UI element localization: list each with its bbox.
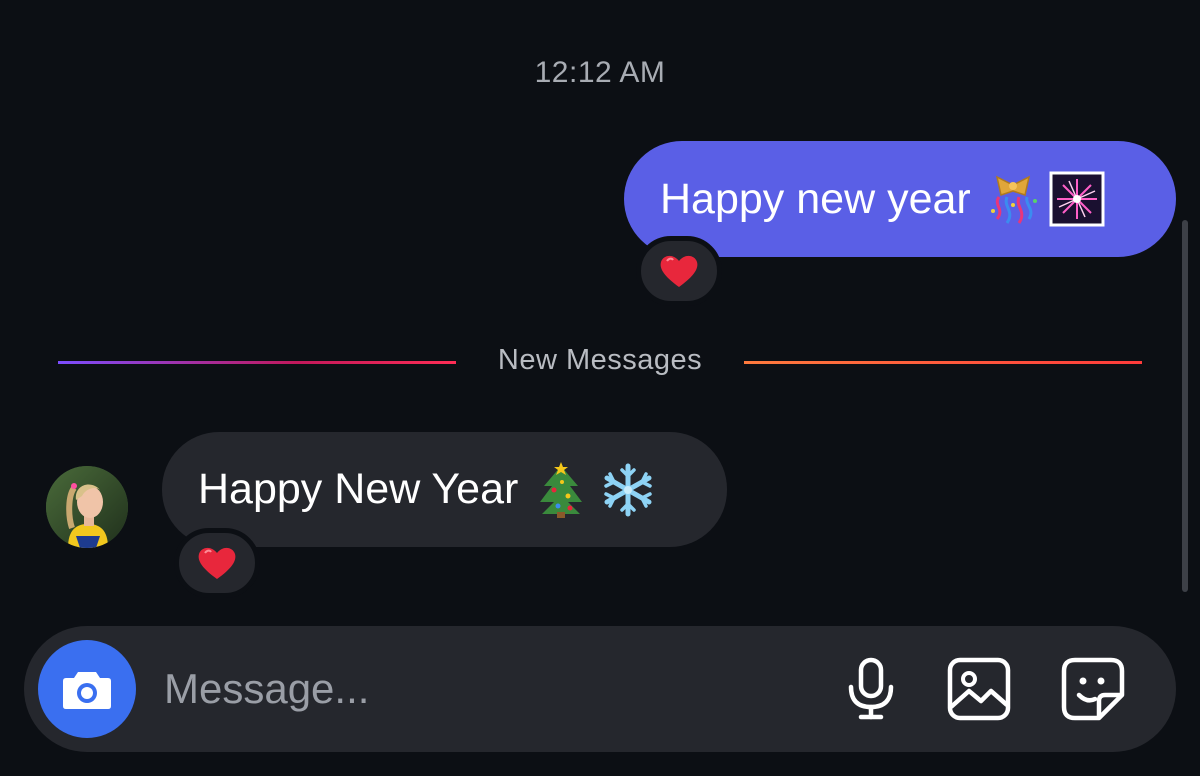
message-composer: [24, 626, 1176, 752]
christmas-tree-emoji: [536, 461, 586, 518]
sticker-button[interactable]: [1060, 656, 1126, 722]
incoming-message-text: Happy New Year: [198, 465, 519, 513]
microphone-button[interactable]: [838, 656, 904, 722]
outgoing-message-text: Happy new year: [660, 174, 971, 223]
new-messages-label: New Messages: [497, 344, 703, 376]
heart-icon: [198, 547, 236, 579]
chat-screen: 12:12 AM Happy new year New Messages Hap…: [0, 0, 1200, 776]
gallery-button[interactable]: [946, 656, 1012, 722]
microphone-icon: [848, 657, 894, 720]
camera-icon: [63, 672, 111, 709]
heart-icon: [660, 255, 698, 287]
message-timestamp: 12:12 AM: [534, 56, 666, 89]
divider-line-left: [58, 361, 456, 364]
message-input[interactable]: [164, 660, 684, 718]
sender-avatar[interactable]: [46, 466, 128, 548]
incoming-message-bubble[interactable]: Happy New Year: [162, 432, 727, 547]
camera-button[interactable]: [38, 640, 136, 738]
sticker-icon: [1061, 657, 1125, 721]
confetti-ball-emoji: [985, 171, 1041, 227]
gallery-icon: [947, 657, 1011, 721]
new-messages-divider: New Messages: [58, 340, 1142, 384]
chat-scrollbar[interactable]: [1182, 220, 1188, 592]
outgoing-message-bubble[interactable]: Happy new year: [624, 141, 1176, 257]
divider-line-right: [744, 361, 1142, 364]
fireworks-emoji: [1049, 171, 1105, 227]
incoming-heart-reaction[interactable]: [174, 528, 260, 598]
outgoing-heart-reaction[interactable]: [636, 236, 722, 306]
snowflake-emoji: [600, 462, 656, 518]
